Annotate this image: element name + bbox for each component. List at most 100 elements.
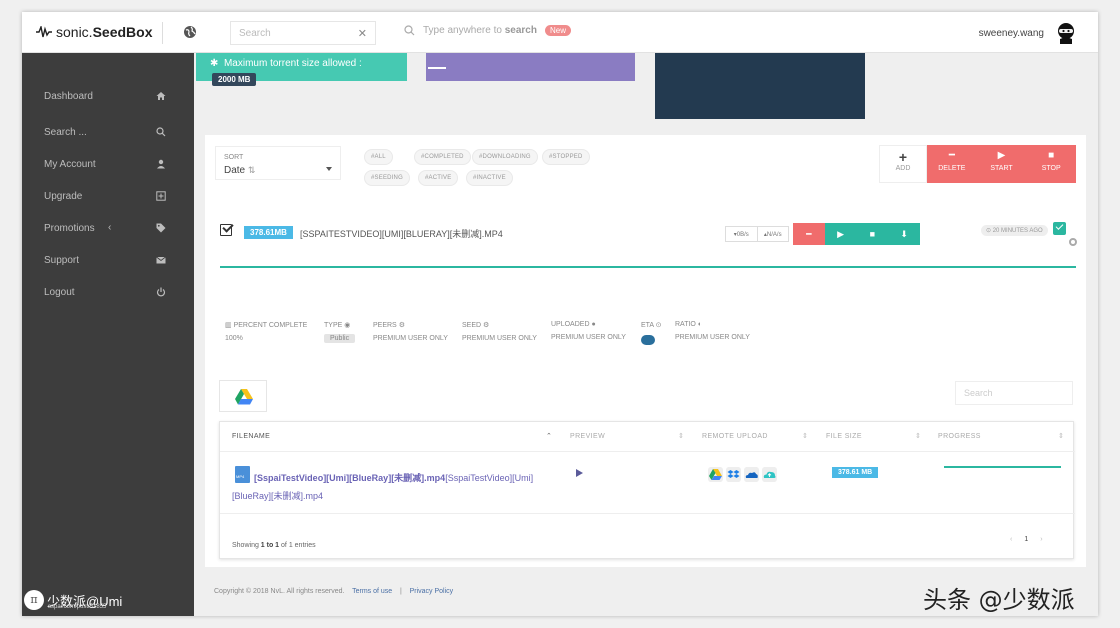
onedrive-icon[interactable] xyxy=(744,467,759,482)
remove-torrent-button[interactable]: ━ xyxy=(793,223,825,245)
privacy-link[interactable]: Privacy Policy xyxy=(410,588,454,595)
table-header: FILENAME ⌃ PREVIEW ⇕ REMOTE UPLOAD ⇕ FIL… xyxy=(220,422,1075,452)
sidebar-item-my-account[interactable]: My Account xyxy=(22,155,194,175)
stop-label: STOP xyxy=(1041,165,1061,172)
filter-tag-inactive[interactable]: #INACTIVE xyxy=(466,170,513,186)
preview-play-icon[interactable] xyxy=(576,469,583,477)
global-search-hint[interactable]: Type anywhere to search New xyxy=(404,25,571,36)
sort-icon[interactable]: ⇕ xyxy=(915,432,921,440)
stop-button[interactable]: ■ STOP xyxy=(1026,145,1076,183)
waveform-icon xyxy=(36,26,52,38)
sidebar-item-label: Logout xyxy=(44,287,75,298)
sort-icon[interactable]: ⇕ xyxy=(678,432,684,440)
any-search-text: Type anywhere to search xyxy=(423,25,537,36)
sidebar-item-promotions[interactable]: Promotions ‹ xyxy=(22,219,194,239)
sidebar-item-search[interactable]: Search ... xyxy=(22,123,194,143)
sidebar-item-upgrade[interactable]: Upgrade xyxy=(22,187,194,207)
torrent-details: ▥ PERCENT COMPLETE 100% TYPE ◉ Public PE… xyxy=(205,321,1086,361)
col-file-size[interactable]: FILE SIZE xyxy=(826,433,862,440)
max-size-label: Maximum torrent size allowed : xyxy=(223,58,362,69)
torrent-row-actions: ━ ▶ ■ ⬇ xyxy=(793,223,920,245)
sort-caption: SORT xyxy=(224,154,244,161)
sidebar-item-label: Dashboard xyxy=(44,91,93,102)
col-progress[interactable]: PROGRESS xyxy=(938,433,981,440)
search-icon xyxy=(156,127,166,137)
globe-icon[interactable] xyxy=(183,25,197,39)
torrent-actions: ━ DELETE ▶ START ■ STOP xyxy=(927,145,1076,183)
ninja-avatar-icon[interactable] xyxy=(1056,22,1076,44)
speed-indicator: ▾0B/s ▴N/A/s xyxy=(725,226,789,242)
file-table: FILENAME ⌃ PREVIEW ⇕ REMOTE UPLOAD ⇕ FIL… xyxy=(219,421,1075,559)
home-icon xyxy=(156,92,166,100)
app-logo[interactable]: sonic. SeedBox xyxy=(36,24,153,40)
type-badge: Public xyxy=(324,334,356,343)
top-bar: sonic. SeedBox Search ✕ Type anywhere to … xyxy=(22,12,1098,53)
globe-icon: ◉ xyxy=(344,322,351,329)
filter-tag-seeding[interactable]: #SEEDING xyxy=(364,170,410,186)
filter-tag-downloading[interactable]: #DOWNLOADING xyxy=(472,149,538,165)
col-preview[interactable]: PREVIEW xyxy=(570,433,605,440)
torrent-checkbox[interactable] xyxy=(220,224,232,236)
sort-asc-icon[interactable]: ⌃ xyxy=(546,432,552,440)
stop-torrent-button[interactable]: ■ xyxy=(856,223,889,245)
sidebar-item-logout[interactable]: Logout xyxy=(22,283,194,303)
delete-label: DELETE xyxy=(938,165,966,172)
new-badge: New xyxy=(544,25,571,36)
stat-uploaded: UPLOADED ● PREMIUM USER ONLY xyxy=(551,321,626,341)
start-button[interactable]: ▶ START xyxy=(977,145,1027,183)
minus-icon: ━ xyxy=(948,150,955,161)
filter-tag-active[interactable]: #ACTIVE xyxy=(418,170,459,186)
start-label: START xyxy=(990,165,1013,172)
sort-select[interactable]: SORT Date ⇅ xyxy=(215,146,341,180)
sort-icon[interactable]: ⇕ xyxy=(802,432,808,440)
max-size-badge: 2000 MB xyxy=(212,73,257,86)
table-info: Showing 1 to 1 of 1 entries xyxy=(232,542,316,549)
page-number[interactable]: 1 xyxy=(1024,536,1028,543)
cloud-upload-icon[interactable] xyxy=(762,467,777,482)
add-button[interactable]: + ADD xyxy=(879,145,927,183)
download-file-button[interactable]: ⬇ xyxy=(888,223,920,245)
col-filename[interactable]: FILENAME xyxy=(232,433,270,440)
power-icon xyxy=(156,287,166,297)
completed-check-icon xyxy=(1053,222,1066,235)
bar-chart-icon: ▥ xyxy=(225,322,232,329)
file-search-input[interactable]: Search xyxy=(955,381,1073,405)
file-name-link[interactable]: [SspaiTestVideo][Umi][BlueRay][未删减].mp4[… xyxy=(232,469,552,505)
sidebar: Dashboard Search ... My Account Upgrade … xyxy=(22,53,194,616)
dropbox-icon[interactable] xyxy=(726,467,741,482)
pi-logo-icon: π xyxy=(24,590,44,610)
time-ago-badge: ⊙ 20 MINUTES AGO xyxy=(981,225,1048,236)
prev-page-icon[interactable]: ‹ xyxy=(1010,536,1012,543)
half-circle-icon: ◐ xyxy=(697,321,703,328)
col-remote-upload[interactable]: REMOTE UPLOAD xyxy=(702,433,768,440)
pagination: ‹ 1 › xyxy=(1010,536,1043,543)
sidebar-item-label: Support xyxy=(44,255,80,266)
next-page-icon[interactable]: › xyxy=(1040,536,1042,543)
filter-tag-stopped[interactable]: #STOPPED xyxy=(542,149,590,165)
google-drive-button[interactable] xyxy=(219,380,267,412)
terms-link[interactable]: Terms of use xyxy=(352,588,392,595)
username[interactable]: sweeney.wang xyxy=(979,28,1044,39)
google-drive-icon xyxy=(235,389,253,405)
clear-search-icon[interactable]: ✕ xyxy=(358,27,367,40)
torrent-name[interactable]: [SSPAITESTVIDEO][UMI][BLUERAY][未删减].MP4 xyxy=(300,227,503,240)
file-size-badge: 378.61 MB xyxy=(832,467,879,478)
header-search-input[interactable]: Search ✕ xyxy=(230,21,376,45)
stat-percent: ▥ PERCENT COMPLETE 100% xyxy=(225,322,308,342)
torrent-item: 378.61MB [SSPAITESTVIDEO][UMI][BLUERAY][… xyxy=(205,214,1086,270)
sort-icon[interactable]: ⇕ xyxy=(1058,432,1064,440)
gear-icon[interactable] xyxy=(1069,238,1077,246)
sidebar-item-support[interactable]: Support xyxy=(22,251,194,271)
google-drive-icon[interactable] xyxy=(708,467,723,482)
filter-tag-completed[interactable]: #COMPLETED xyxy=(414,149,471,165)
sidebar-item-dashboard[interactable]: Dashboard xyxy=(22,87,194,107)
play-torrent-button[interactable]: ▶ xyxy=(824,223,857,245)
asterisk-icon: ✱ xyxy=(210,58,219,69)
tag-icon xyxy=(156,223,166,233)
sort-direction-icon: ⇅ xyxy=(247,165,256,175)
filter-tag-all[interactable]: #ALL xyxy=(364,149,393,165)
delete-button[interactable]: ━ DELETE xyxy=(927,145,977,183)
gears-icon: ⚙ xyxy=(483,322,490,329)
logo-text-light: sonic. xyxy=(56,24,93,40)
gears-icon: ⚙ xyxy=(398,322,405,329)
